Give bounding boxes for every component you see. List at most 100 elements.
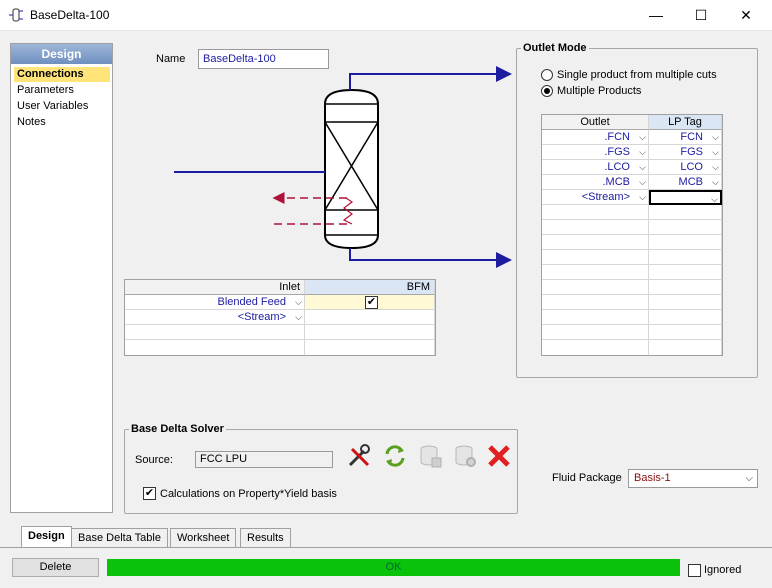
single-product-radio[interactable] bbox=[541, 69, 553, 81]
chevron-down-icon[interactable]: ⌵ bbox=[712, 145, 719, 159]
inlet-stream-name: Blended Feed bbox=[217, 296, 287, 308]
outlet-row[interactable]: .FCN ⌵ bbox=[542, 130, 649, 145]
chevron-down-icon[interactable]: ⌵ bbox=[639, 130, 646, 144]
lp-tag-cell[interactable]: LCO ⌵ bbox=[649, 160, 722, 175]
nav-header: Design bbox=[11, 44, 112, 64]
status-bar: OK bbox=[107, 559, 680, 576]
outlet-name: .LCO bbox=[604, 161, 630, 173]
lp-tag-header: LP Tag bbox=[649, 115, 722, 130]
chevron-down-icon[interactable]: ⌵ bbox=[712, 175, 719, 189]
inlet-empty-row bbox=[125, 340, 305, 355]
tab-base-delta-table[interactable]: Base Delta Table bbox=[71, 528, 168, 547]
calc-basis-checkbox[interactable]: ✔ bbox=[143, 487, 156, 500]
chevron-down-icon[interactable]: ⌵ bbox=[639, 145, 646, 159]
outlet-empty-row bbox=[649, 220, 722, 235]
maximize-button[interactable]: ☐ bbox=[678, 0, 724, 31]
lp-tag-value: MCB bbox=[678, 176, 703, 188]
nav-panel: Design Connections Parameters User Varia… bbox=[10, 43, 113, 513]
window-title: BaseDelta-100 bbox=[30, 8, 110, 22]
outlet-empty-row bbox=[649, 310, 722, 325]
lp-tag-cell-selected[interactable]: ⌵ bbox=[649, 190, 722, 205]
outlet-stream-placeholder: <Stream> bbox=[581, 191, 630, 203]
lp-tag-value: FCN bbox=[680, 131, 703, 143]
chevron-down-icon[interactable]: ⌵ bbox=[639, 160, 646, 174]
delete-button[interactable]: Delete bbox=[12, 558, 99, 577]
lp-tag-cell[interactable]: FGS ⌵ bbox=[649, 145, 722, 160]
outlet-mode-title: Outlet Mode bbox=[521, 42, 589, 54]
nav-item-parameters[interactable]: Parameters bbox=[14, 83, 110, 98]
inlet-empty-row bbox=[125, 325, 305, 340]
database-settings-icon[interactable] bbox=[452, 443, 478, 469]
outlet-row[interactable]: .LCO ⌵ bbox=[542, 160, 649, 175]
ignored-checkbox[interactable] bbox=[688, 564, 701, 577]
fluid-package-value: Basis-1 bbox=[634, 472, 671, 484]
chevron-down-icon[interactable]: ⌵ bbox=[639, 190, 646, 204]
outlet-empty-row bbox=[649, 250, 722, 265]
bfm-cell[interactable] bbox=[305, 310, 435, 325]
outlet-empty-row bbox=[542, 205, 649, 220]
outlet-empty-row bbox=[649, 340, 722, 355]
multiple-products-radio[interactable] bbox=[541, 85, 553, 97]
solver-title: Base Delta Solver bbox=[129, 423, 226, 435]
outlet-empty-row bbox=[649, 295, 722, 310]
lp-tag-cell[interactable]: FCN ⌵ bbox=[649, 130, 722, 145]
single-product-label[interactable]: Single product from multiple cuts bbox=[557, 69, 717, 81]
inlet-stream-placeholder: <Stream> bbox=[237, 311, 286, 323]
outlet-empty-row bbox=[542, 250, 649, 265]
chevron-down-icon[interactable]: ⌵ bbox=[711, 192, 718, 206]
bfm-cell[interactable]: ✔ bbox=[305, 295, 435, 310]
outlet-empty-row bbox=[542, 280, 649, 295]
outlet-row[interactable]: <Stream> ⌵ bbox=[542, 190, 649, 205]
calc-basis-label[interactable]: Calculations on Property*Yield basis bbox=[160, 488, 337, 500]
chevron-down-icon[interactable]: ⌵ bbox=[712, 160, 719, 174]
lp-tag-value: LCO bbox=[680, 161, 703, 173]
outlet-empty-row bbox=[542, 220, 649, 235]
nav-item-connections[interactable]: Connections bbox=[14, 67, 110, 82]
tab-design[interactable]: Design bbox=[21, 526, 72, 548]
minimize-button[interactable]: — bbox=[633, 0, 679, 31]
solver-group bbox=[124, 429, 518, 514]
source-label: Source: bbox=[135, 454, 173, 466]
tab-worksheet[interactable]: Worksheet bbox=[170, 528, 237, 547]
chevron-down-icon[interactable]: ⌵ bbox=[295, 295, 302, 309]
title-bar: BaseDelta-100 — ☐ ✕ bbox=[0, 0, 772, 31]
inlet-row[interactable]: Blended Feed ⌵ bbox=[125, 295, 305, 310]
outlet-empty-row bbox=[649, 235, 722, 250]
outlet-row[interactable]: .MCB ⌵ bbox=[542, 175, 649, 190]
outlet-empty-row bbox=[542, 235, 649, 250]
inlet-grid: Inlet BFM Blended Feed ⌵ ✔ <Stream> ⌵ bbox=[124, 279, 436, 356]
chevron-down-icon[interactable]: ⌵ bbox=[639, 175, 646, 189]
chevron-down-icon[interactable]: ⌵ bbox=[712, 130, 719, 144]
ignored-label[interactable]: Ignored bbox=[704, 564, 741, 576]
database-icon[interactable] bbox=[417, 443, 443, 469]
multiple-products-label[interactable]: Multiple Products bbox=[557, 85, 641, 97]
refresh-icon[interactable] bbox=[382, 443, 408, 469]
fluid-package-select[interactable]: Basis-1 ⌵ bbox=[628, 469, 758, 488]
nav-item-user-variables[interactable]: User Variables bbox=[14, 99, 110, 114]
bfm-header: BFM bbox=[305, 280, 435, 295]
close-button[interactable]: ✕ bbox=[723, 0, 769, 31]
tab-results[interactable]: Results bbox=[240, 528, 291, 547]
column-diagram bbox=[174, 66, 512, 268]
app-icon bbox=[9, 8, 23, 22]
outlet-empty-row bbox=[542, 265, 649, 280]
outlet-empty-row bbox=[649, 265, 722, 280]
lp-tag-cell[interactable]: MCB ⌵ bbox=[649, 175, 722, 190]
bfm-checkbox[interactable]: ✔ bbox=[365, 296, 378, 309]
chevron-down-icon[interactable]: ⌵ bbox=[745, 470, 753, 487]
source-field[interactable]: FCC LPU bbox=[195, 451, 333, 468]
outlet-name: .FGS bbox=[604, 146, 630, 158]
lp-tag-value: FGS bbox=[680, 146, 703, 158]
inlet-header: Inlet bbox=[125, 280, 305, 295]
chevron-down-icon[interactable]: ⌵ bbox=[295, 310, 302, 324]
outlet-empty-row bbox=[542, 340, 649, 355]
nav-item-notes[interactable]: Notes bbox=[14, 115, 110, 130]
tools-icon[interactable] bbox=[346, 443, 372, 469]
outlet-row[interactable]: .FGS ⌵ bbox=[542, 145, 649, 160]
fluid-package-label: Fluid Package bbox=[552, 472, 622, 484]
delete-x-icon[interactable] bbox=[486, 443, 512, 469]
inlet-row[interactable]: <Stream> ⌵ bbox=[125, 310, 305, 325]
outlet-empty-row bbox=[649, 325, 722, 340]
outlet-grid: Outlet LP Tag .FCN ⌵ FCN ⌵ .FGS ⌵ FGS ⌵ .LCO… bbox=[541, 114, 723, 356]
outlet-empty-row bbox=[542, 295, 649, 310]
